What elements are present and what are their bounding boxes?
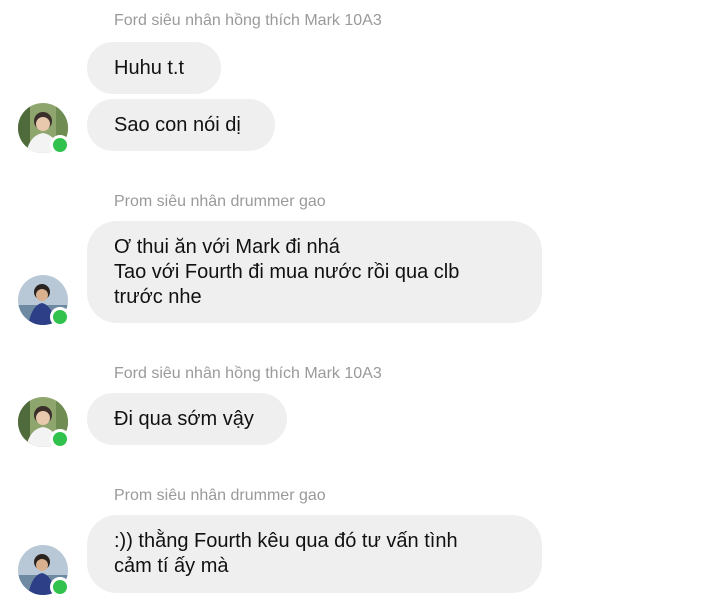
sender-name: Prom siêu nhân drummer gao <box>114 487 326 504</box>
sender-name: Prom siêu nhân drummer gao <box>114 193 326 210</box>
sender-name: Ford siêu nhân hồng thích Mark 10A3 <box>114 12 382 29</box>
online-indicator <box>50 307 70 327</box>
avatar[interactable] <box>18 103 70 155</box>
message-bubble[interactable]: Sao con nói dị <box>87 99 275 151</box>
sender-name: Ford siêu nhân hồng thích Mark 10A3 <box>114 365 382 382</box>
message-text: :)) thằng Fourth kêu qua đó tư vấn tình <box>114 530 458 552</box>
online-indicator <box>50 577 70 597</box>
message-text: Huhu t.t <box>114 56 185 79</box>
message-text: Sao con nói dị <box>114 113 241 136</box>
message-bubble[interactable]: Ơ thui ăn với Mark đi nhá Tao với Fourth… <box>87 221 542 323</box>
message-text: trước nhe <box>114 285 202 308</box>
message-text: Ơ thui ăn với Mark đi nhá <box>114 235 340 258</box>
online-indicator <box>50 429 70 449</box>
message-bubble[interactable]: Đi qua sớm vậy <box>87 393 287 445</box>
message-bubble[interactable]: :)) thằng Fourth kêu qua đó tư vấn tình … <box>87 515 542 593</box>
avatar[interactable] <box>18 545 70 597</box>
online-indicator <box>50 135 70 155</box>
message-text: cảm tí ấy mà <box>114 555 229 577</box>
message-text: Tao với Fourth đi mua nước rồi qua clb <box>114 260 460 283</box>
avatar[interactable] <box>18 275 70 327</box>
avatar[interactable] <box>18 397 70 449</box>
message-text: Đi qua sớm vậy <box>114 407 254 430</box>
message-bubble[interactable]: Huhu t.t <box>87 42 221 94</box>
